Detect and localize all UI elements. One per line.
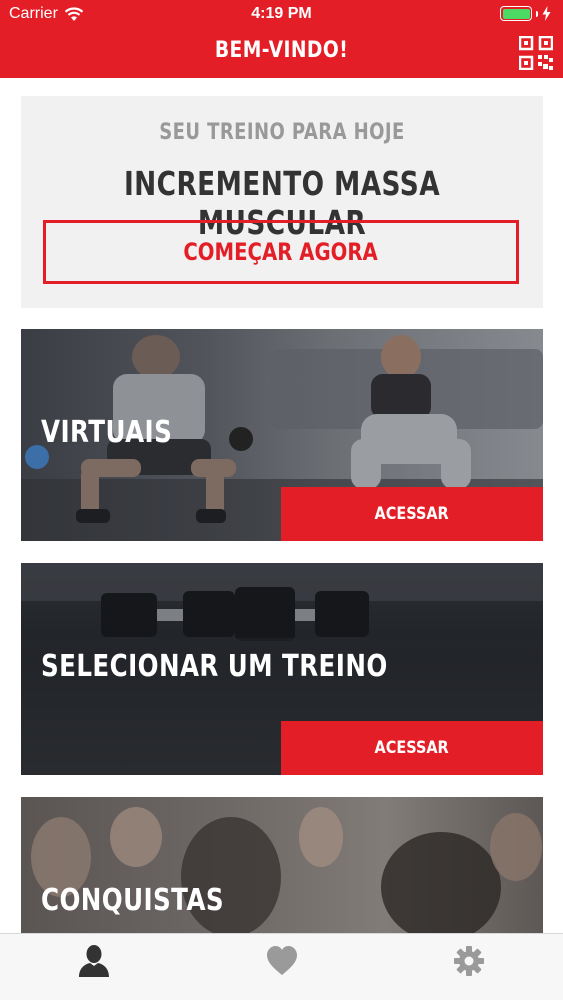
select-workout-access-label: ACESSAR xyxy=(374,738,450,758)
today-workout-card: SEU TREINO PARA HOJE INCREMENTO MASSA MU… xyxy=(21,96,543,308)
tab-bar xyxy=(0,933,563,1000)
qr-code-button[interactable] xyxy=(518,35,554,71)
virtual-classes-title: VIRTUAIS xyxy=(41,415,173,450)
select-workout-title: SELECIONAR UM TREINO xyxy=(41,649,388,684)
battery-indicator xyxy=(500,6,551,21)
select-workout-card[interactable]: SELECIONAR UM TREINO ACESSAR xyxy=(21,563,543,775)
virtual-classes-card[interactable]: VIRTUAIS ACESSAR xyxy=(21,329,543,541)
achievements-title: CONQUISTAS xyxy=(41,883,225,918)
select-workout-access-button[interactable]: ACESSAR xyxy=(281,721,543,775)
today-workout-label: SEU TREINO PARA HOJE xyxy=(159,120,405,145)
app-header: Carrier 4:19 PM BEM-VINDO! xyxy=(0,0,563,78)
achievements-card[interactable]: CONQUISTAS xyxy=(21,797,543,933)
heart-icon xyxy=(266,946,297,975)
tab-favorites[interactable] xyxy=(188,934,376,1000)
start-now-label: COMEÇAR AGORA xyxy=(183,238,379,266)
charging-bolt-icon xyxy=(542,6,551,21)
tab-profile[interactable] xyxy=(0,934,188,1000)
virtual-classes-access-label: ACESSAR xyxy=(374,504,450,524)
status-bar: Carrier 4:19 PM xyxy=(0,0,563,30)
virtual-classes-access-button[interactable]: ACESSAR xyxy=(281,487,543,541)
page-title: BEM-VINDO! xyxy=(214,38,349,63)
profile-icon xyxy=(78,945,109,977)
battery-icon xyxy=(500,6,532,21)
start-now-button[interactable]: COMEÇAR AGORA xyxy=(43,220,519,284)
gear-icon xyxy=(454,946,485,976)
tab-settings[interactable] xyxy=(375,934,563,1000)
status-time: 4:19 PM xyxy=(251,5,312,22)
qr-code-icon xyxy=(518,35,554,71)
